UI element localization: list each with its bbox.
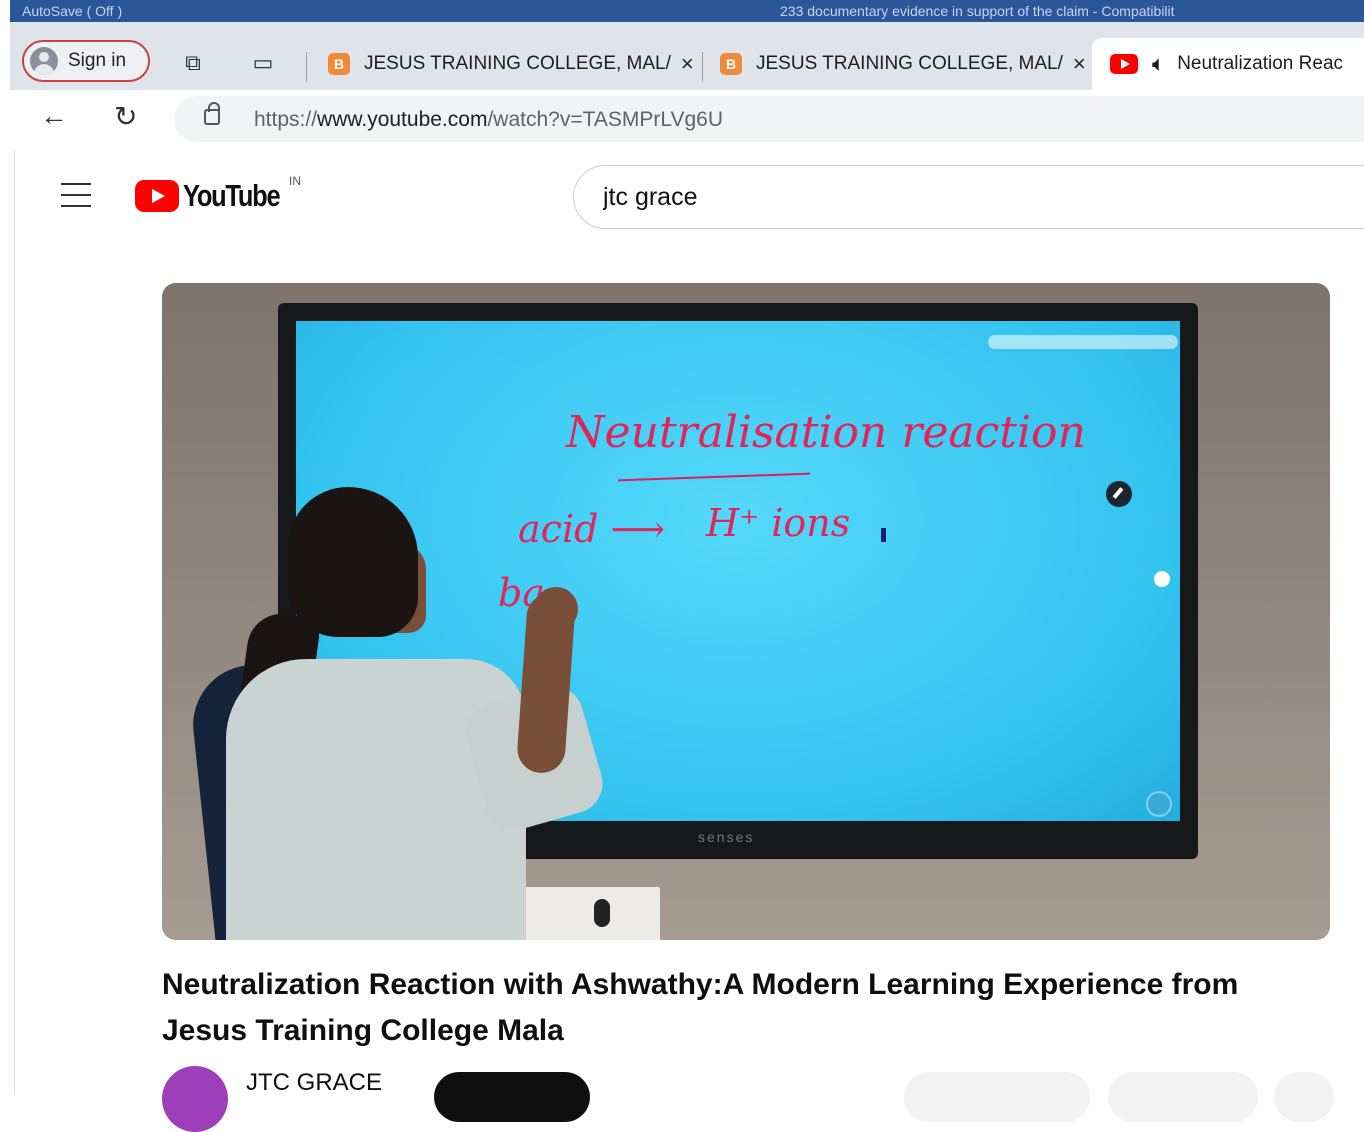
- person-hair: [288, 487, 418, 637]
- tab-close-icon[interactable]: ×: [1073, 51, 1086, 77]
- autosave-label[interactable]: AutoSave ( Off ): [22, 3, 122, 19]
- menu-icon[interactable]: [61, 183, 91, 207]
- tab-jtc-2[interactable]: B JESUS TRAINING COLLEGE, MAL/ ×: [720, 42, 1088, 86]
- tab-youtube-active[interactable]: 🔈︎ Neutralization Reac: [1092, 38, 1364, 90]
- workspaces-icon[interactable]: ⧉: [180, 50, 206, 76]
- url-text: https://www.youtube.com/watch?v=TASMPrLV…: [254, 108, 724, 131]
- board-text-ions: H⁺ ions: [706, 501, 851, 545]
- search-box[interactable]: [573, 165, 1364, 229]
- tab-separator: [306, 52, 307, 82]
- sign-in-label: Sign in: [68, 50, 127, 71]
- office-title-strip: AutoSave ( Off ) 233 documentary evidenc…: [10, 0, 1364, 22]
- channel-row: JTC GRACE: [162, 1062, 1362, 1132]
- tab-close-icon[interactable]: ×: [681, 51, 694, 77]
- sign-in-button[interactable]: Sign in: [22, 40, 150, 82]
- like-dislike-button[interactable]: [904, 1072, 1090, 1122]
- speaker-icon[interactable]: 🔈︎: [1152, 51, 1165, 77]
- refresh-icon[interactable]: ↻: [114, 100, 137, 133]
- board-status-bar: [988, 335, 1178, 349]
- person-torso: [226, 659, 526, 940]
- blogger-icon: B: [328, 53, 350, 75]
- board-underline: [618, 472, 810, 482]
- more-actions-button[interactable]: [1274, 1072, 1334, 1122]
- channel-avatar[interactable]: [162, 1066, 228, 1132]
- person-hand: [534, 587, 578, 631]
- search-input[interactable]: [601, 182, 1305, 213]
- url-field[interactable]: https://www.youtube.com/watch?v=TASMPrLV…: [174, 96, 1364, 142]
- browser-tab-bar: Sign in ⧉ ▭ B JESUS TRAINING COLLEGE, MA…: [10, 22, 1364, 90]
- back-arrow-icon[interactable]: ←: [40, 100, 68, 132]
- board-corner-button: [1146, 791, 1172, 817]
- subscribe-button[interactable]: [434, 1072, 590, 1122]
- youtube-icon: [1110, 54, 1138, 74]
- tab-title: JESUS TRAINING COLLEGE, MAL/: [364, 53, 671, 74]
- tab-actions-icon[interactable]: ▭: [250, 50, 276, 76]
- profile-icon: [30, 47, 58, 75]
- video-title: Neutralization Reaction with Ashwathy:A …: [162, 968, 1239, 1047]
- tab-title: Neutralization Reac: [1177, 53, 1344, 74]
- country-code: IN: [289, 174, 301, 188]
- document-title: 233 documentary evidence in support of t…: [780, 3, 1175, 19]
- tab-title: JESUS TRAINING COLLEGE, MAL/: [756, 53, 1063, 74]
- board-cursor: [881, 528, 886, 542]
- board-side-button: [1154, 571, 1170, 587]
- youtube-play-icon: [135, 180, 179, 212]
- tab-jtc-1[interactable]: B JESUS TRAINING COLLEGE, MAL/ ×: [328, 42, 696, 86]
- board-heading: Neutralisation reaction: [566, 407, 1086, 458]
- lock-icon[interactable]: [204, 102, 220, 125]
- tv-brand: senses: [698, 829, 755, 845]
- youtube-page: YouTube IN Neutralisation reaction acid …: [14, 150, 1364, 1132]
- youtube-logo[interactable]: YouTube IN: [135, 174, 301, 214]
- video-player[interactable]: Neutralisation reaction acid ⟶ H⁺ ions b…: [162, 283, 1330, 940]
- tab-separator: [702, 52, 703, 82]
- share-button[interactable]: [1108, 1072, 1258, 1122]
- blogger-icon: B: [720, 53, 742, 75]
- pen-tool-icon: [1106, 481, 1132, 507]
- board-text-acid: acid ⟶: [518, 507, 665, 551]
- address-bar-row: ← ↻ https://www.youtube.com/watch?v=TASM…: [10, 90, 1364, 150]
- wall-socket: [514, 887, 660, 940]
- youtube-wordmark: YouTube: [183, 178, 281, 213]
